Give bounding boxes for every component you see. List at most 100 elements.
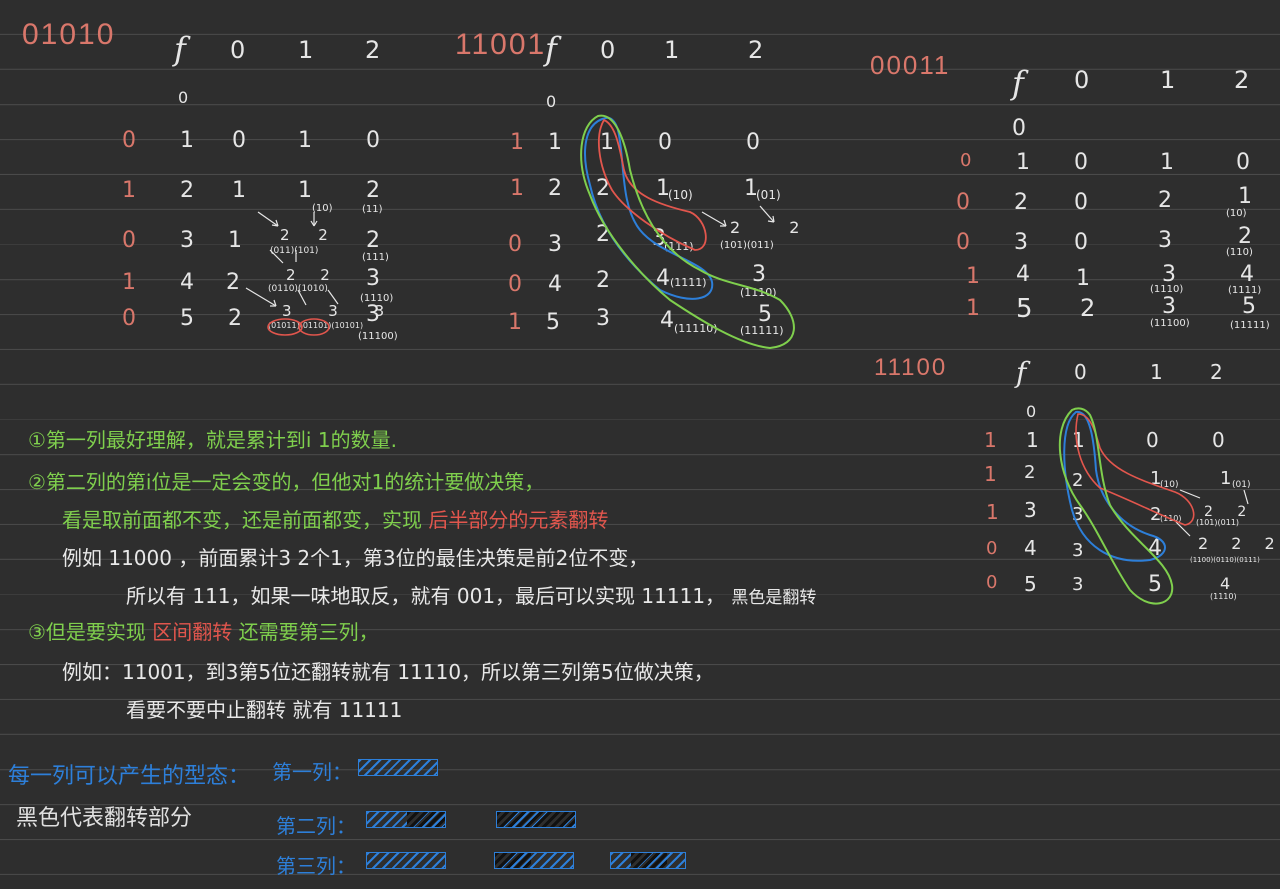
f-value: 2 [548,176,562,201]
flip-segment [407,812,445,827]
col1-sub: (011)(101) [270,246,319,256]
col1-sub: (10) [312,203,333,214]
col2-sub: (110) [1226,247,1253,258]
f-value: 5 [546,310,560,335]
legend-bar-col3-a [366,852,446,869]
col1-value: 3 [1162,294,1176,319]
col2-sub: (01) [1232,480,1251,490]
col-header-2: 2 [365,36,381,64]
f-value: 1 [1026,428,1039,452]
row-bit: 1 [984,462,997,486]
legend-title: 每一列可以产生的型态： [8,764,251,789]
note-line-3: 看是取前面都不变，还是前面都变，实现 后半部分的元素翻转 [62,504,608,533]
note-line-1: ①第一列最好理解，就是累计到i 1的数量. [28,428,397,452]
col-header-2: 2 [748,36,764,64]
table-title: 11001 [455,28,547,61]
legend-bar-col2-a [366,811,446,828]
col2-value: 2 2 [730,218,822,237]
col0-value: 3 [1072,574,1084,595]
row-bit: 0 [508,232,522,257]
note-text: ③但是要实现 [28,620,146,644]
red-loop [1075,413,1195,526]
f-value: 4 [180,270,194,295]
col-header-0: 0 [1074,360,1087,384]
note-text: 黑色是翻转 [731,588,817,608]
col2-sub: (1110) [740,286,777,299]
col1-sub: (11110) [674,322,718,335]
row-bit: 1 [122,178,136,203]
flip-segment [497,812,575,827]
col2-value: 0 [366,128,380,153]
col1-value: 4 [660,308,674,333]
col2-value: 4 [1240,262,1254,287]
col2-value: 2 [366,228,380,253]
col0-value: 1 [232,178,246,203]
col2-sub: (111) [362,252,389,263]
table-title: 11100 [874,354,948,381]
row-bit: 0 [122,228,136,253]
f-value: 1 [1016,150,1030,175]
col2-sub: (10) [1226,208,1247,219]
col-header-f: f [1016,356,1027,389]
col2-sub: (11111) [1230,320,1270,331]
table-title: 01010 [22,18,116,51]
col0-value: 2 [1080,294,1096,322]
col2-value: 0 [1236,150,1250,175]
col0-value: 1 [600,130,614,155]
col1-sub: (11100) [1150,318,1190,329]
col0-value: 2 [596,222,610,247]
col1-sub: (111) [664,240,694,253]
row-bit: 0 [956,230,970,255]
f-value: 5 [180,306,194,331]
col1-sub: (0110)(1010) [268,284,328,294]
note-text: 所以有 111，如果一味地取反，就有 001，最后可以实现 11111， [126,584,726,608]
col1-value: 2 2 [280,226,340,244]
table-title: 00011 [870,50,951,80]
col0-value: 2 [1072,470,1084,491]
f-value: 5 [1016,294,1033,324]
flip-segment [631,853,667,868]
col1-value: 1 [1160,150,1174,175]
col2-value: 3 [366,266,380,291]
row-bit: 1 [122,270,136,295]
legend-bar-col3-b [494,852,574,869]
col1-value: 2 2 [286,266,340,284]
note-line-5: 所以有 111，如果一味地取反，就有 001，最后可以实现 11111， 黑色是… [126,580,816,609]
col2-value: 3 [366,302,380,327]
f-value: 3 [180,228,194,253]
note-text: 看是取前面都不变，还是前面都变，实现 [62,508,422,532]
col0-value: 2 [596,176,610,201]
col0-value: 3 [1072,504,1084,525]
row-bit: 1 [986,500,999,524]
f-value: 1 [180,128,194,153]
col2-sub: (101)(011) [1196,518,1240,527]
col-header-f: f [545,30,557,68]
f-value: 5 [1024,572,1037,596]
note-line-7: 例如：11001，到3第5位还翻转就有 11110，所以第三列第5位做决策， [62,660,714,684]
col2-value: 3 [752,262,766,287]
col2-sub: (1100)(0110)(0111) [1190,556,1260,564]
row-bit: 1 [984,428,997,452]
f-value: 1 [548,130,562,155]
col-header-1: 1 [664,36,680,64]
col-header-1: 1 [1150,360,1163,384]
legend-bar-col1 [358,759,438,776]
col1-value: 3 [1158,228,1172,253]
col1-sub: (01011)(01101)(10101) [268,321,364,330]
col1-value: 3 3 3 [282,302,401,320]
col2-value: 0 [1212,428,1225,452]
col2-value: 2 [366,178,380,203]
row-bit: 1 [966,264,980,289]
col0-value: 0 [1074,190,1088,215]
col1-value: 0 [658,130,672,155]
legend-bar-col3-c [610,852,686,869]
col-header-0: 0 [230,36,246,64]
row-bit: 1 [966,296,980,321]
col2-sub: (01) [756,188,781,202]
col2-value: 2 [1238,224,1252,249]
row-bit: 1 [510,130,524,155]
row-bit: 0 [956,190,970,215]
row-bit: 0 [122,128,136,153]
f-zero: 0 [1026,402,1037,421]
note-line-2: ②第二列的第i位是一定会变的，但他对1的统计要做决策， [28,470,545,494]
